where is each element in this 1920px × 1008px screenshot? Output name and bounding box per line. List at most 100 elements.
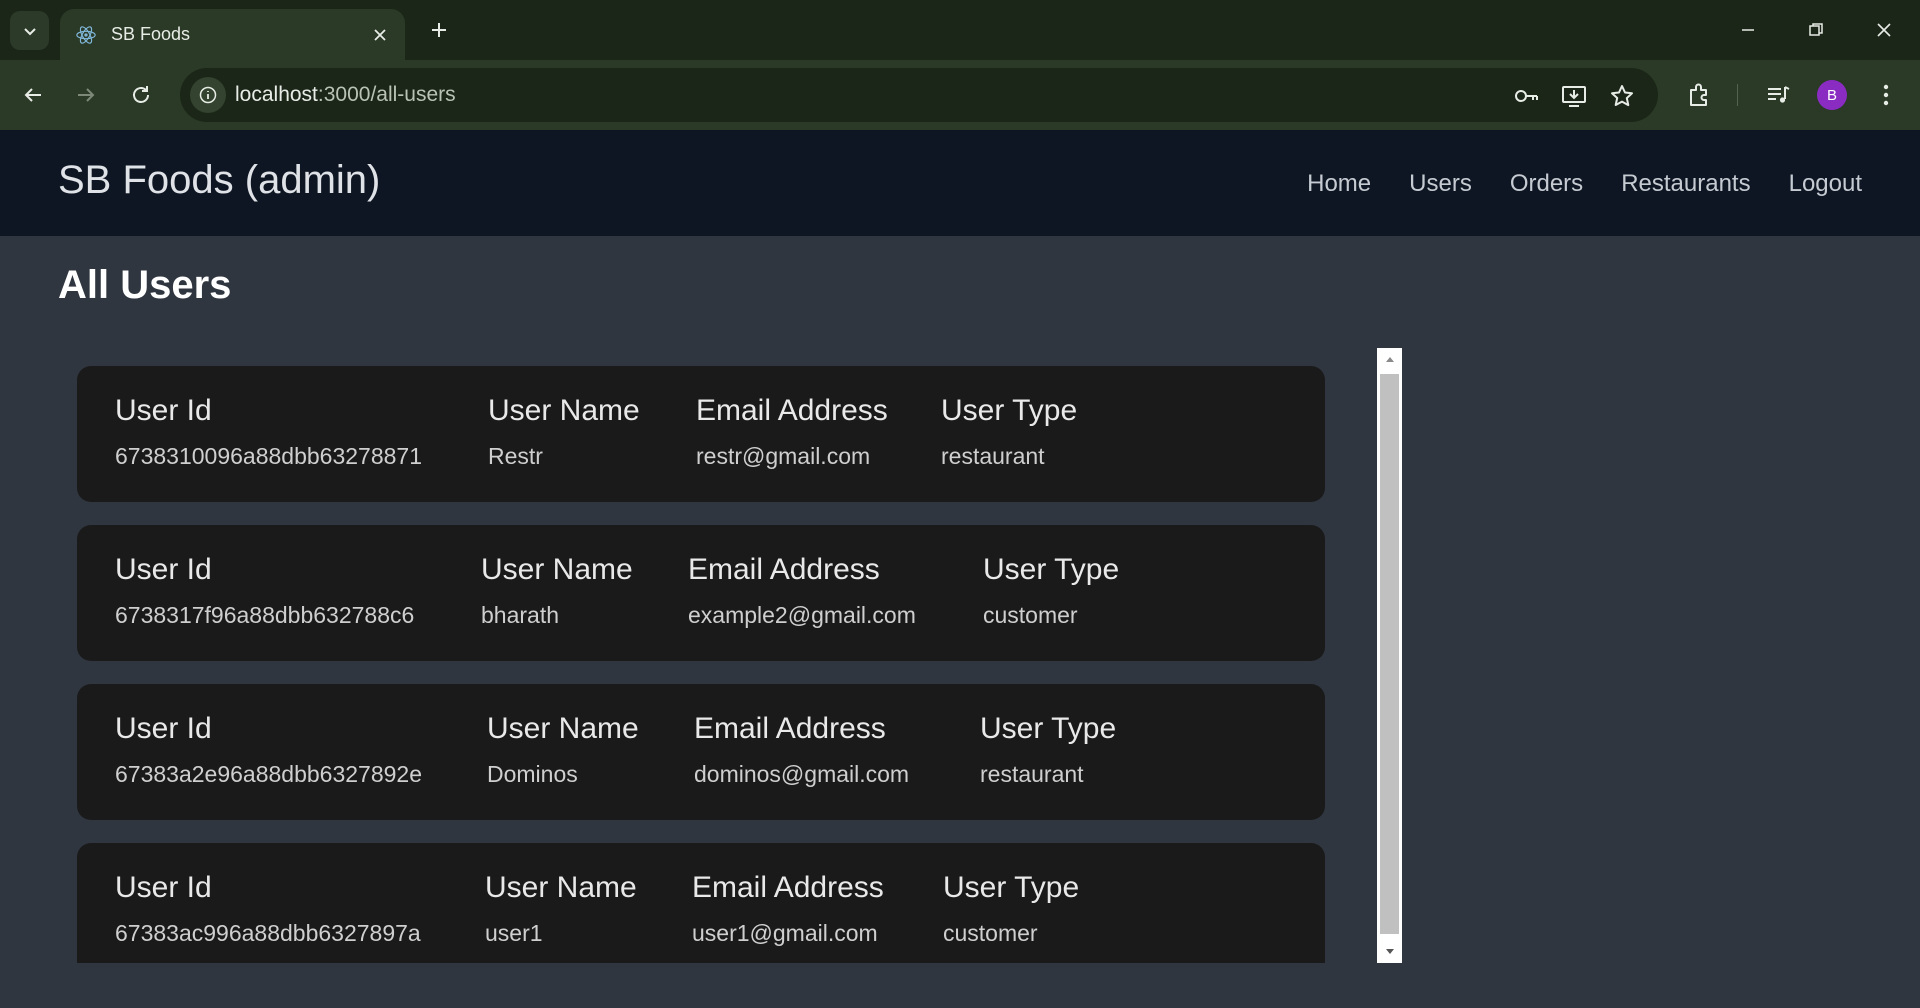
user-email-value: dominos@gmail.com xyxy=(694,761,910,787)
user-id-label: User Id xyxy=(115,712,212,745)
users-list: User Id 6738310096a88dbb63278871 User Nam… xyxy=(58,348,1403,963)
address-bar[interactable]: localhost:3000/all-users xyxy=(180,68,1658,122)
user-id-value: 67383a2e96a88dbb6327892e xyxy=(115,761,422,787)
toolbar-divider xyxy=(1737,84,1738,106)
user-email-field: Email Address restr@gmail.com xyxy=(696,393,888,470)
browser-tab-strip: SB Foods xyxy=(0,0,1920,60)
user-type-field: User Type restaurant xyxy=(980,711,1116,788)
user-card: User Id 6738317f96a88dbb632788c6 User Nam… xyxy=(77,525,1325,661)
close-icon xyxy=(1877,23,1891,37)
user-type-field: User Type customer xyxy=(983,552,1119,629)
user-id-label: User Id xyxy=(115,871,212,904)
user-email-label: Email Address xyxy=(696,394,888,427)
user-name-field: User Name Dominos xyxy=(487,711,639,788)
user-name-field: User Name user1 xyxy=(485,870,637,947)
user-id-field: User Id 67383ac996a88dbb6327897a xyxy=(115,870,421,947)
user-type-field: User Type customer xyxy=(943,870,1079,947)
reload-button[interactable] xyxy=(121,75,161,115)
user-email-field: Email Address user1@gmail.com xyxy=(692,870,884,947)
info-icon xyxy=(199,86,217,104)
user-name-label: User Name xyxy=(487,712,639,745)
user-card: User Id 6738310096a88dbb63278871 User Nam… xyxy=(77,366,1325,502)
browser-toolbar: localhost:3000/all-users B xyxy=(0,60,1920,130)
page-title: All Users xyxy=(58,263,232,307)
nav-home[interactable]: Home xyxy=(1307,170,1371,198)
user-name-value: Dominos xyxy=(487,761,578,787)
user-email-value: user1@gmail.com xyxy=(692,920,878,946)
url-path: :3000/all-users xyxy=(317,83,456,106)
user-type-value: restaurant xyxy=(980,761,1084,787)
user-id-field: User Id 6738317f96a88dbb632788c6 xyxy=(115,552,414,629)
user-name-value: bharath xyxy=(481,602,560,628)
tab-close-icon[interactable] xyxy=(365,20,395,50)
user-type-label: User Type xyxy=(943,871,1080,904)
scroll-up-arrow-icon[interactable] xyxy=(1377,348,1402,370)
user-id-label: User Id xyxy=(115,394,212,427)
minimize-button[interactable] xyxy=(1714,10,1782,50)
reload-icon xyxy=(133,86,149,103)
chevron-down-icon xyxy=(23,27,36,35)
user-id-value: 67383ac996a88dbb6327897a xyxy=(115,920,421,946)
scroll-down-arrow-icon[interactable] xyxy=(1377,941,1402,963)
user-email-field: Email Address dominos@gmail.com xyxy=(694,711,909,788)
app-header: SB Foods (admin) Home Users Orders Resta… xyxy=(0,130,1920,236)
user-name-field: User Name bharath xyxy=(481,552,633,629)
user-type-label: User Type xyxy=(980,712,1117,745)
tab-search-button[interactable] xyxy=(10,11,49,50)
user-type-field: User Type restaurant xyxy=(941,393,1077,470)
user-email-label: Email Address xyxy=(694,712,886,745)
profile-avatar[interactable]: B xyxy=(1817,80,1847,110)
user-id-value: 6738310096a88dbb63278871 xyxy=(115,443,422,469)
user-id-label: User Id xyxy=(115,553,212,586)
extensions-puzzle-icon[interactable] xyxy=(1681,77,1717,113)
media-control-icon[interactable] xyxy=(1760,77,1796,113)
restore-icon xyxy=(1809,23,1823,36)
react-logo-icon xyxy=(74,23,98,47)
user-type-label: User Type xyxy=(983,553,1120,586)
user-card: User Id 67383ac996a88dbb6327897a User Nam… xyxy=(77,843,1325,963)
user-email-label: Email Address xyxy=(688,553,880,586)
minimize-icon xyxy=(1742,29,1754,31)
scroll-thumb[interactable] xyxy=(1380,374,1399,934)
nav-logout[interactable]: Logout xyxy=(1789,170,1862,198)
forward-button[interactable] xyxy=(66,75,106,115)
user-type-value: customer xyxy=(943,920,1038,946)
user-id-field: User Id 6738310096a88dbb63278871 xyxy=(115,393,422,470)
nav-users[interactable]: Users xyxy=(1409,170,1472,198)
password-key-icon[interactable] xyxy=(1510,80,1542,112)
browser-menu-icon[interactable] xyxy=(1868,77,1904,113)
user-type-label: User Type xyxy=(941,394,1078,427)
arrow-right-icon xyxy=(78,88,95,102)
close-window-button[interactable] xyxy=(1850,10,1918,50)
user-type-value: customer xyxy=(983,602,1078,628)
user-name-label: User Name xyxy=(481,553,633,586)
user-email-field: Email Address example2@gmail.com xyxy=(688,552,916,629)
user-type-value: restaurant xyxy=(941,443,1045,469)
restore-button[interactable] xyxy=(1782,10,1850,50)
user-email-value: restr@gmail.com xyxy=(696,443,871,469)
user-email-label: Email Address xyxy=(692,871,884,904)
users-list-scrollbar[interactable] xyxy=(1377,348,1402,963)
site-info-button[interactable] xyxy=(190,77,226,113)
browser-tab-active[interactable]: SB Foods xyxy=(60,9,405,60)
user-name-value: Restr xyxy=(488,443,543,469)
user-email-value: example2@gmail.com xyxy=(688,602,916,628)
user-id-value: 6738317f96a88dbb632788c6 xyxy=(115,602,415,628)
back-button[interactable] xyxy=(13,75,53,115)
user-name-label: User Name xyxy=(488,394,640,427)
tab-title: SB Foods xyxy=(111,24,191,44)
user-name-label: User Name xyxy=(485,871,637,904)
new-tab-button[interactable] xyxy=(423,14,455,46)
arrow-left-icon xyxy=(24,88,41,102)
user-id-field: User Id 67383a2e96a88dbb6327892e xyxy=(115,711,422,788)
url-host: localhost xyxy=(235,83,318,106)
user-name-value: user1 xyxy=(485,920,543,946)
url-text: localhost:3000/all-users xyxy=(235,83,456,107)
install-app-icon[interactable] xyxy=(1558,80,1590,112)
nav-orders[interactable]: Orders xyxy=(1510,170,1583,198)
user-name-field: User Name Restr xyxy=(488,393,640,470)
main-nav: Home Users Orders Restaurants Logout xyxy=(1307,170,1862,198)
bookmark-star-icon[interactable] xyxy=(1606,80,1638,112)
nav-restaurants[interactable]: Restaurants xyxy=(1621,170,1750,198)
brand-title: SB Foods (admin) xyxy=(58,158,381,202)
